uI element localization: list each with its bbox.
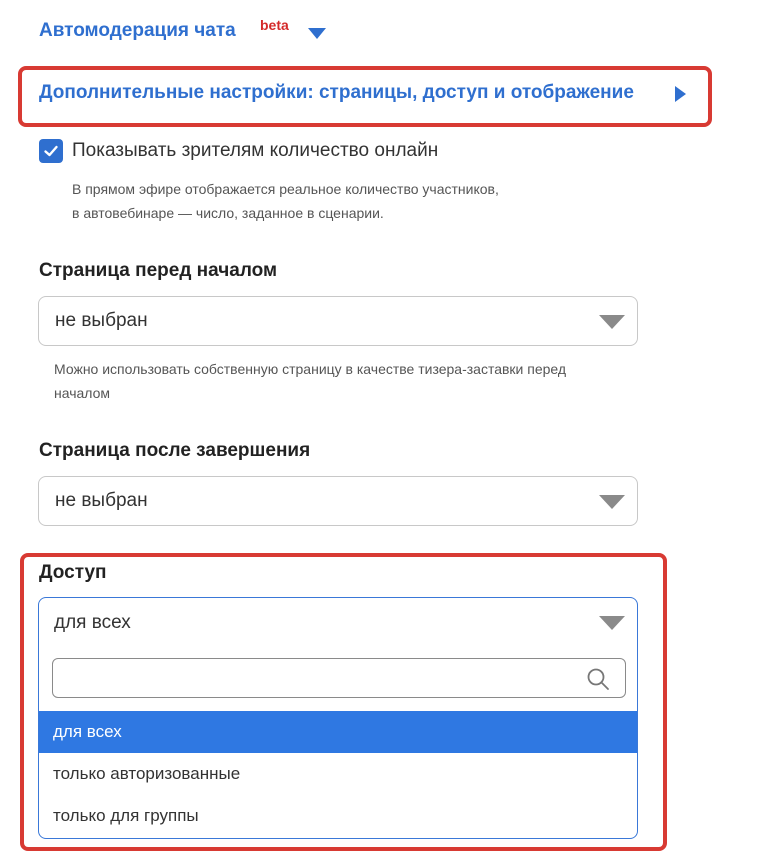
page-before-value: не выбран	[55, 310, 148, 331]
access-option-all[interactable]: для всех	[39, 711, 637, 753]
online-count-hint-line2: в автовебинаре — число, заданное в сцена…	[72, 205, 384, 221]
online-count-hint: В прямом эфире отображается реальное кол…	[72, 177, 499, 225]
chevron-down-icon[interactable]	[308, 28, 326, 39]
page-after-value: не выбран	[55, 490, 148, 511]
online-count-hint-line1: В прямом эфире отображается реальное кол…	[72, 181, 499, 197]
access-dropdown[interactable]: для всех для всех только авторизованные …	[38, 597, 638, 839]
access-option-authorized[interactable]: только авторизованные	[39, 753, 637, 795]
online-count-label: Показывать зрителям количество онлайн	[72, 140, 439, 161]
dropdown-arrow-icon	[599, 315, 625, 329]
page-before-hint: Можно использовать собственную страницу …	[54, 357, 566, 405]
automoderation-label: Автомодерация чата	[39, 20, 236, 41]
page-before-select[interactable]: не выбран	[38, 296, 638, 346]
access-option-group[interactable]: только для группы	[39, 795, 637, 837]
access-value[interactable]: для всех	[54, 612, 131, 634]
advanced-settings-toggle[interactable]: Дополнительные настройки: страницы, дост…	[39, 82, 634, 104]
dropdown-arrow-icon[interactable]	[599, 616, 625, 630]
advanced-settings-label: Дополнительные настройки: страницы, дост…	[39, 82, 634, 103]
automoderation-toggle[interactable]: Автомодерация чата	[39, 20, 236, 42]
chevron-right-icon[interactable]	[675, 86, 686, 102]
dropdown-arrow-icon	[599, 495, 625, 509]
page-after-select[interactable]: не выбран	[38, 476, 638, 526]
online-count-checkbox[interactable]	[39, 139, 63, 163]
checkmark-icon	[44, 145, 58, 157]
page-before-hint-line1: Можно использовать собственную страницу …	[54, 361, 567, 377]
access-search-input[interactable]	[52, 658, 626, 698]
beta-badge: beta	[260, 17, 289, 33]
page-before-heading: Страница перед началом	[39, 260, 278, 281]
page-before-hint-line2: началом	[54, 385, 111, 401]
search-icon	[587, 668, 609, 690]
access-heading: Доступ	[39, 562, 107, 583]
page-after-heading: Страница после завершения	[39, 440, 311, 461]
